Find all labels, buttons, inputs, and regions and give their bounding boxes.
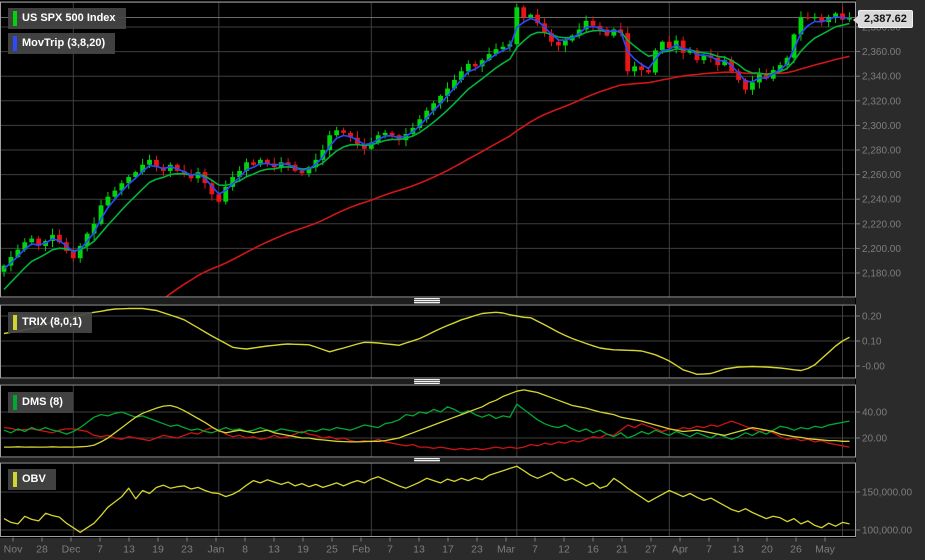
x-axis-labels: Nov 28 Dec 7 13 19 23 Jan 8 13 19 25 Feb 7 13 17 23 Mar 7 1… <box>4 537 836 556</box>
y-axis-label: 0.10 <box>862 337 882 348</box>
instrument-legend-chip[interactable]: US SPX 500 Index <box>8 8 126 29</box>
x-axis-label: Apr <box>672 544 689 556</box>
y-axis-label: 2,220.00 <box>862 219 901 230</box>
x-axis-label: 13 <box>123 544 135 556</box>
x-axis-label: Feb <box>352 544 370 556</box>
x-axis-label: Dec <box>62 544 81 556</box>
x-axis-label: 7 <box>97 544 103 556</box>
splitter-dms-obv[interactable] <box>0 458 855 462</box>
movtrip-label: MovTrip (3,8,20) <box>22 37 106 49</box>
splitter-price-trix[interactable] <box>0 298 855 304</box>
x-axis-label: Jan <box>208 544 225 556</box>
movtrip-legend-chip[interactable]: MovTrip (3,8,20) <box>8 33 116 54</box>
trix-legend-chip[interactable]: TRIX (8,0,1) <box>8 312 92 333</box>
obv-legend-chip[interactable]: OBV <box>8 469 56 490</box>
y-axis-label: 2,360.00 <box>862 47 901 58</box>
x-axis-label: 13 <box>413 544 425 556</box>
trix-label: TRIX (8,0,1) <box>22 316 82 328</box>
y-axis-labels: 2,380.002,360.002,340.002,320.002,300.00… <box>855 23 912 537</box>
splitter-trix-dms[interactable] <box>0 379 855 384</box>
x-axis-label: 13 <box>732 544 744 556</box>
panel-border <box>0 462 856 537</box>
x-axis-label: Mar <box>497 544 516 556</box>
x-axis-label: 21 <box>616 544 628 556</box>
splitter-grip-icon[interactable] <box>414 379 440 384</box>
y-axis-label: 100,000.00 <box>862 526 912 537</box>
x-axis-label: 27 <box>645 544 657 556</box>
last-price-badge: 2,387.62 <box>853 9 913 28</box>
panel-border <box>0 384 856 458</box>
splitter-grip-icon[interactable] <box>414 298 440 304</box>
y-axis-label: 2,280.00 <box>862 146 901 157</box>
x-axis-label: 7 <box>387 544 393 556</box>
y-axis-label: 0.20 <box>862 312 882 323</box>
x-axis-label: 13 <box>268 544 280 556</box>
x-axis-label: 23 <box>471 544 483 556</box>
x-axis-label: 8 <box>242 544 248 556</box>
y-axis-label: -0.00 <box>862 362 885 373</box>
y-axis-label: 2,240.00 <box>862 195 901 206</box>
y-axis-label: 2,260.00 <box>862 170 901 181</box>
dms-series <box>3 389 850 451</box>
obv-label: OBV <box>22 473 46 485</box>
y-axis-label: 2,200.00 <box>862 244 901 255</box>
x-axis-label: 17 <box>442 544 454 556</box>
x-axis-label: 7 <box>706 544 712 556</box>
x-axis-label: May <box>815 544 836 556</box>
instrument-label: US SPX 500 Index <box>22 12 116 24</box>
x-axis-label: 28 <box>36 544 48 556</box>
obv-color-bar-icon <box>13 472 17 487</box>
x-axis-label: 26 <box>790 544 802 556</box>
x-axis-label: 19 <box>297 544 309 556</box>
x-axis-label: Nov <box>4 544 23 556</box>
dms-legend-chip[interactable]: DMS (8) <box>8 392 73 413</box>
y-axis-label: 150,000.00 <box>862 488 912 499</box>
y-axis-label: 2,320.00 <box>862 96 901 107</box>
y-axis-label: 40.00 <box>862 408 887 419</box>
candlestick-series <box>1 4 852 277</box>
dms-label: DMS (8) <box>22 396 63 408</box>
x-axis-label: 23 <box>181 544 193 556</box>
splitter-grip-icon[interactable] <box>414 458 440 462</box>
trix-color-bar-icon <box>13 315 17 330</box>
movtrip-color-bar-icon <box>13 36 17 51</box>
y-axis-label: 2,300.00 <box>862 121 901 132</box>
x-axis-label: 16 <box>587 544 599 556</box>
instrument-color-bar-icon <box>13 11 17 26</box>
y-axis-label: 20.00 <box>862 434 887 445</box>
x-axis-label: 7 <box>532 544 538 556</box>
x-axis-label: 19 <box>152 544 164 556</box>
chart-area[interactable]: 2,380.002,360.002,340.002,320.002,300.00… <box>0 0 925 560</box>
x-axis-label: 20 <box>761 544 773 556</box>
obv-series <box>3 465 850 533</box>
price-badge-arrow-icon <box>853 14 859 25</box>
x-axis-label: 25 <box>326 544 338 556</box>
x-axis-label: 12 <box>558 544 570 556</box>
dms-color-bar-icon <box>13 395 17 410</box>
y-axis-label: 2,340.00 <box>862 72 901 83</box>
last-price-value: 2,387.62 <box>864 12 907 25</box>
gridlines <box>1 1 855 537</box>
y-axis-label: 2,180.00 <box>862 269 901 280</box>
